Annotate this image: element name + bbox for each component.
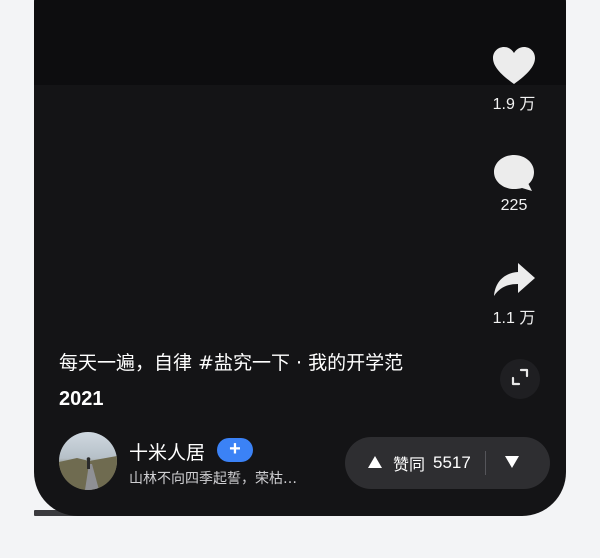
vote-divider bbox=[484, 451, 486, 475]
expand-button[interactable] bbox=[500, 359, 540, 399]
vote-bar: 赞同 5517 bbox=[345, 437, 550, 489]
author-avatar[interactable] bbox=[59, 432, 117, 490]
triangle-up-icon bbox=[367, 454, 383, 473]
downvote-button[interactable] bbox=[488, 437, 536, 489]
heart-icon bbox=[492, 46, 536, 86]
comment-count: 225 bbox=[500, 197, 528, 214]
upvote-label: 赞同 bbox=[393, 455, 426, 474]
upvote-count: 5517 bbox=[433, 453, 471, 472]
video-caption: 每天一遍，自律 #盐究一下 · 我的开学范 2021 bbox=[59, 345, 459, 417]
follow-button[interactable]: + bbox=[217, 438, 253, 462]
author-description: 山林不向四季起誓，荣枯… bbox=[129, 471, 297, 487]
like-count: 1.9 万 bbox=[492, 96, 536, 113]
caption-year: 2021 bbox=[59, 388, 104, 410]
author-name[interactable]: 十米人居 bbox=[129, 438, 205, 465]
share-arrow-icon bbox=[492, 260, 536, 300]
comment-bubble-icon bbox=[492, 153, 536, 193]
share-button[interactable]: 1.1 万 bbox=[474, 260, 554, 328]
video-player[interactable]: 1.9 万 225 1.1 万 每天一遍，自律 #盐究一下 · 我的开学范 20… bbox=[34, 0, 566, 516]
triangle-down-icon bbox=[504, 454, 520, 473]
comment-button[interactable]: 225 bbox=[474, 153, 554, 215]
share-count: 1.1 万 bbox=[492, 310, 536, 327]
expand-corners-icon bbox=[511, 368, 529, 390]
caption-text: 每天一遍，自律 #盐究一下 · 我的开学范 bbox=[59, 352, 404, 374]
upvote-button[interactable]: 赞同 5517 bbox=[345, 437, 471, 489]
like-button[interactable]: 1.9 万 bbox=[474, 46, 554, 114]
